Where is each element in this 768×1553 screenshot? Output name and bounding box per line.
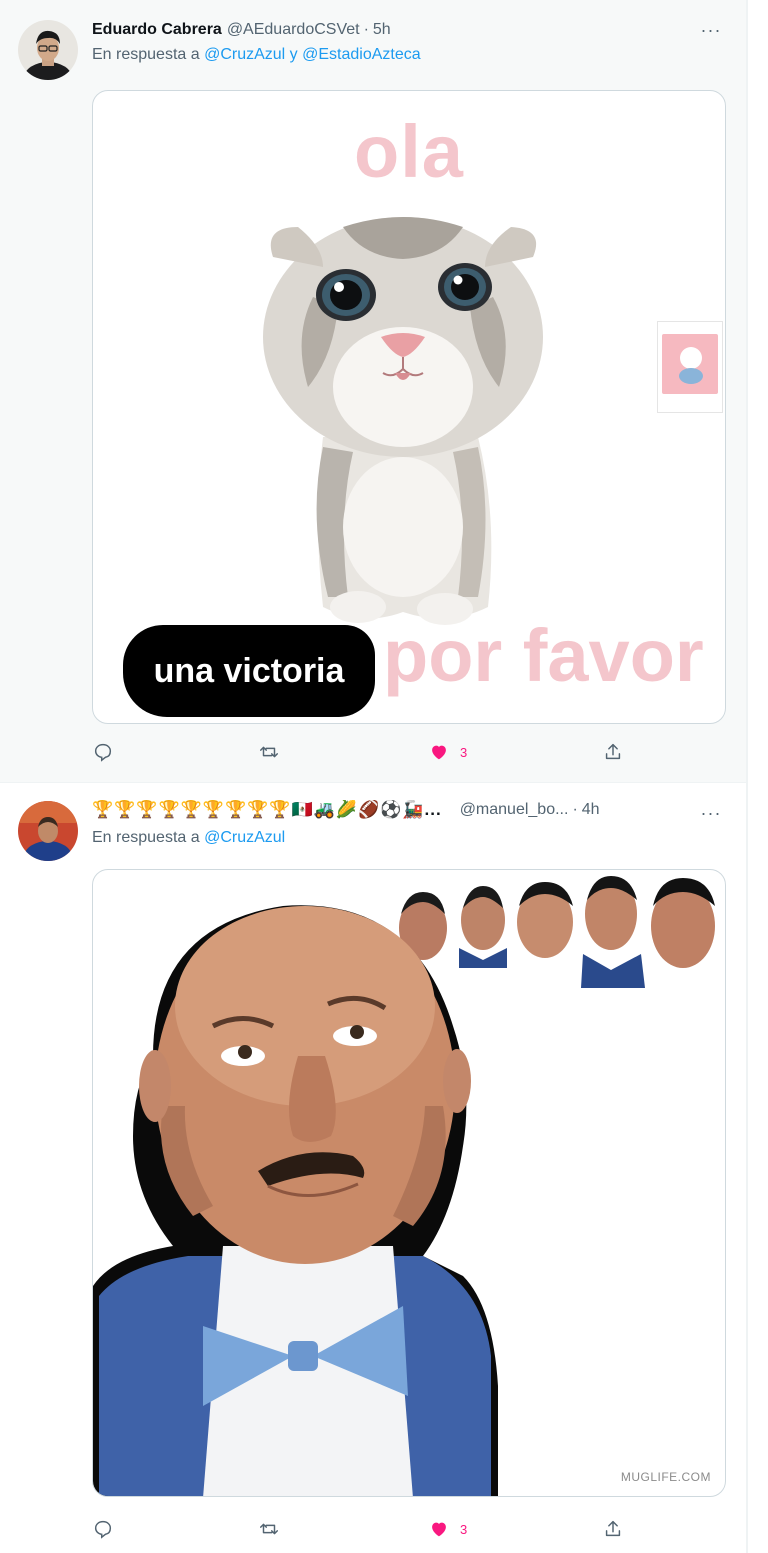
- tweet[interactable]: Eduardo Cabrera @AEduardoCSVet · 5h ··· …: [0, 0, 748, 782]
- reply-button[interactable]: [92, 738, 124, 766]
- column-border: [746, 0, 748, 1553]
- retweet-icon: [260, 1523, 278, 1535]
- sticker-image: [657, 321, 723, 413]
- reply-context: En respuesta a @CruzAzul: [92, 829, 285, 847]
- display-name[interactable]: Eduardo Cabrera: [92, 21, 222, 39]
- meme-top-text: ola: [354, 110, 464, 193]
- tweet-actions: 3: [92, 738, 632, 766]
- reply-prefix: En respuesta a: [92, 829, 200, 846]
- share-icon: [605, 743, 621, 760]
- user-handle[interactable]: @AEduardoCSVet: [227, 21, 360, 39]
- timestamp[interactable]: 4h: [582, 801, 600, 819]
- user-handle[interactable]: @manuel_bo...: [460, 801, 569, 819]
- share-icon: [605, 1520, 621, 1537]
- like-button[interactable]: 3: [428, 1515, 467, 1543]
- more-icon[interactable]: ···: [696, 803, 726, 823]
- reply-context: En respuesta a @CruzAzul y @EstadioAztec…: [92, 46, 421, 64]
- more-icon[interactable]: ···: [696, 20, 726, 40]
- heart-icon: [432, 1522, 446, 1537]
- reply-icon: [94, 743, 112, 762]
- reply-prefix: En respuesta a: [92, 46, 200, 63]
- retweet-button[interactable]: [258, 738, 290, 766]
- like-count: 3: [460, 1521, 468, 1537]
- timestamp[interactable]: 5h: [373, 21, 391, 39]
- tweet-actions: 3: [92, 1515, 632, 1543]
- meme-label-text: una victoria: [123, 625, 375, 717]
- share-button[interactable]: [602, 1515, 624, 1543]
- display-name[interactable]: 🏆🏆🏆🏆🏆🏆🏆🏆🏆🇲🇽🚜🌽🏈⚽🚂...: [92, 800, 442, 820]
- separator-dot: ·: [572, 801, 578, 818]
- man-portrait: [93, 905, 498, 1496]
- reply-button[interactable]: [92, 1515, 124, 1543]
- reply-mention-link[interactable]: @CruzAzul y @EstadioAzteca: [204, 46, 421, 63]
- watermark-text: MUGLIFE.COM: [620, 1470, 711, 1484]
- separator-dot: ·: [363, 21, 369, 38]
- avatar[interactable]: [18, 20, 78, 80]
- share-button[interactable]: [602, 738, 624, 766]
- like-count: 3: [460, 744, 468, 760]
- avatar[interactable]: [18, 801, 78, 861]
- heart-icon: [432, 745, 446, 760]
- retweet-button[interactable]: [258, 1515, 290, 1543]
- tweet-header: 🏆🏆🏆🏆🏆🏆🏆🏆🏆🇲🇽🚜🌽🏈⚽🚂... @manuel_bo... · 4h: [92, 798, 712, 822]
- tweet[interactable]: 🏆🏆🏆🏆🏆🏆🏆🏆🏆🇲🇽🚜🌽🏈⚽🚂... @manuel_bo... · 4h ·…: [0, 782, 748, 1553]
- tweet-image[interactable]: ola una victoria por favor: [92, 90, 726, 724]
- timeline-feed: Eduardo Cabrera @AEduardoCSVet · 5h ··· …: [0, 0, 748, 1553]
- tweet-image[interactable]: MUGLIFE.COM: [92, 869, 726, 1497]
- reply-mention-link[interactable]: @CruzAzul: [204, 829, 285, 846]
- tweet-header: Eduardo Cabrera @AEduardoCSVet · 5h: [92, 18, 391, 42]
- kitten-illustration: [263, 217, 543, 625]
- reply-icon: [94, 1520, 112, 1539]
- like-button[interactable]: 3: [428, 738, 467, 766]
- retweet-icon: [260, 746, 278, 758]
- meme-bottom-text: por favor: [383, 614, 704, 697]
